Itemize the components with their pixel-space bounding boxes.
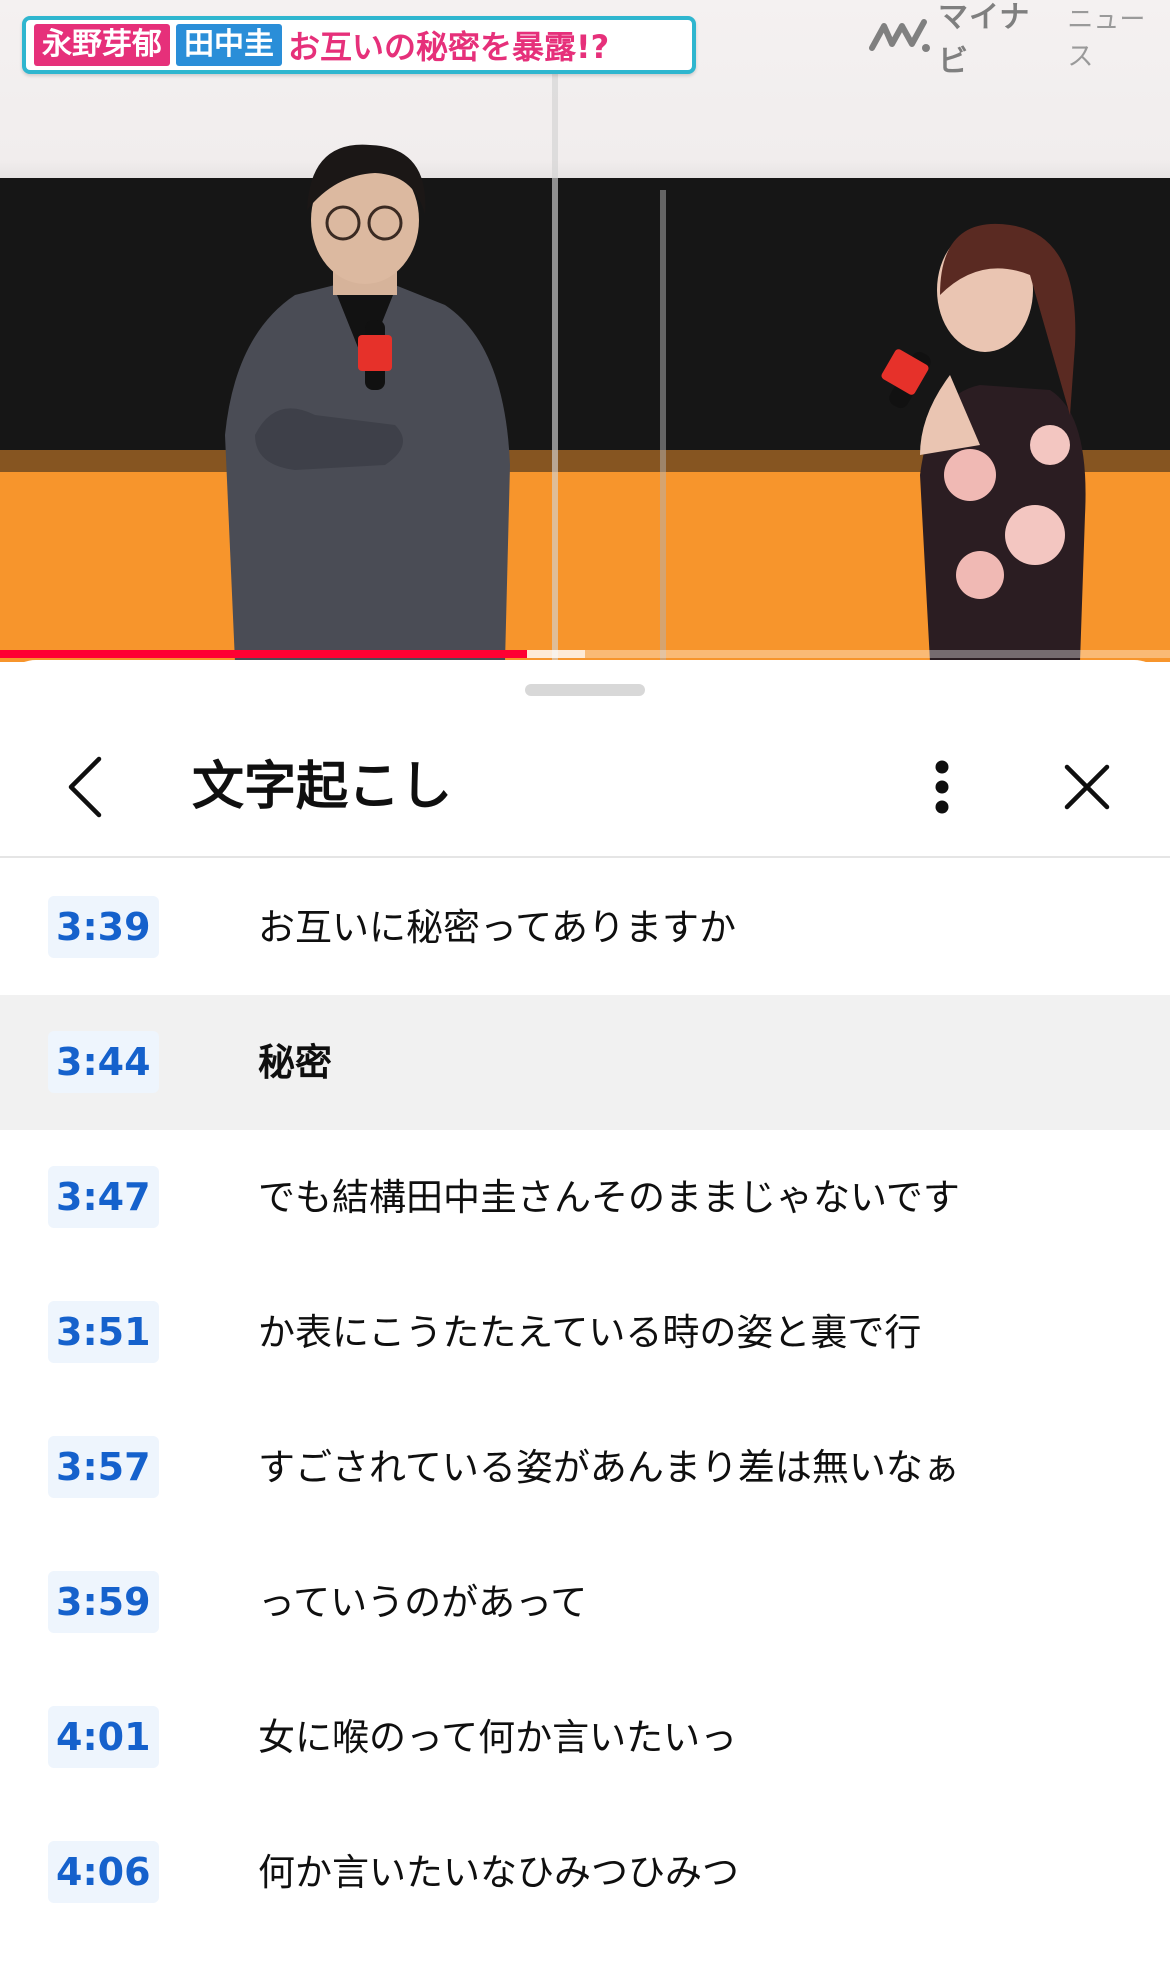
video-progress-bar[interactable]: [0, 650, 1170, 658]
segment-timestamp[interactable]: 3:57: [48, 1436, 159, 1498]
transcript-list: 3:39 お互いに秘密ってありますか 3:44 秘密 3:47 でも結構田中圭さんそのまま…: [0, 860, 1170, 1940]
played-bar: [0, 650, 527, 658]
video-title-banner: 永野芽郁 田中圭 お互いの秘密を暴露!?: [22, 16, 696, 74]
channel-watermark: マイナビ ニュース: [868, 0, 1170, 79]
transcript-header: 文字起こし: [0, 720, 1170, 858]
drag-handle[interactable]: [525, 684, 645, 696]
banner-headline: お互いの秘密を暴露!?: [288, 28, 610, 66]
acrylic-partition: [552, 60, 558, 660]
segment-text: すごされている姿があんまり差は無いなぁ: [258, 1446, 960, 1489]
segment-text: 秘密: [258, 1041, 332, 1084]
more-vertical-icon: [935, 760, 949, 814]
video-person-man: [225, 144, 510, 662]
video-player[interactable]: 永野芽郁 田中圭 お互いの秘密を暴露!? マイナビ ニュース: [0, 0, 1170, 662]
segment-text: お互いに秘密ってありますか: [258, 906, 737, 949]
segment-timestamp[interactable]: 3:39: [48, 896, 159, 958]
mynavi-logo-icon: [868, 19, 930, 52]
watermark-brand: マイナビ: [937, 0, 1031, 79]
banner-name-tag: 田中圭: [176, 24, 282, 66]
segment-timestamp[interactable]: 4:06: [48, 1841, 159, 1903]
page-title: 文字起こし: [192, 757, 453, 817]
transcript-segment[interactable]: 3:39 お互いに秘密ってありますか: [0, 860, 1170, 995]
transcript-segment[interactable]: 4:06 何か言いたいなひみつひみつ: [0, 1805, 1170, 1940]
back-button[interactable]: [50, 750, 120, 824]
more-options-button[interactable]: [910, 750, 974, 824]
transcript-panel: 文字起こし 3:39 お互いに秘密ってありますか 3:44 秘密 3:47 でも結構田中圭…: [0, 660, 1170, 1962]
chevron-left-icon: [68, 756, 102, 818]
transcript-segment[interactable]: 3:59 っていうのがあって: [0, 1535, 1170, 1670]
segment-timestamp[interactable]: 4:01: [48, 1706, 159, 1768]
acrylic-partition: [660, 190, 666, 660]
transcript-segment[interactable]: 3:47 でも結構田中圭さんそのままじゃないです: [0, 1130, 1170, 1265]
segment-timestamp[interactable]: 3:51: [48, 1301, 159, 1363]
transcript-segment[interactable]: 3:44 秘密: [0, 995, 1170, 1130]
close-icon: [1064, 764, 1110, 810]
transcript-segment[interactable]: 4:01 女に喉のって何か言いたいっ: [0, 1670, 1170, 1805]
transcript-segment[interactable]: 3:51 か表にこうたたえている時の姿と裏で行: [0, 1265, 1170, 1400]
segment-text: っていうのがあって: [258, 1581, 588, 1624]
video-person-woman: [881, 223, 1086, 662]
segment-text: か表にこうたたえている時の姿と裏で行: [258, 1311, 922, 1354]
transcript-segment[interactable]: 3:57 すごされている姿があんまり差は無いなぁ: [0, 1400, 1170, 1535]
buffered-bar: [526, 650, 585, 658]
banner-name-tag: 永野芽郁: [34, 24, 170, 66]
watermark-sub: ニュース: [1067, 5, 1146, 72]
segment-text: 女に喉のって何か言いたいっ: [258, 1716, 738, 1759]
close-button[interactable]: [1052, 750, 1122, 824]
segment-timestamp[interactable]: 3:59: [48, 1571, 159, 1633]
segment-text: でも結構田中圭さんそのままじゃないです: [258, 1176, 960, 1219]
segment-text: 何か言いたいなひみつひみつ: [258, 1851, 739, 1894]
segment-timestamp[interactable]: 3:47: [48, 1166, 159, 1228]
segment-timestamp[interactable]: 3:44: [48, 1031, 159, 1093]
